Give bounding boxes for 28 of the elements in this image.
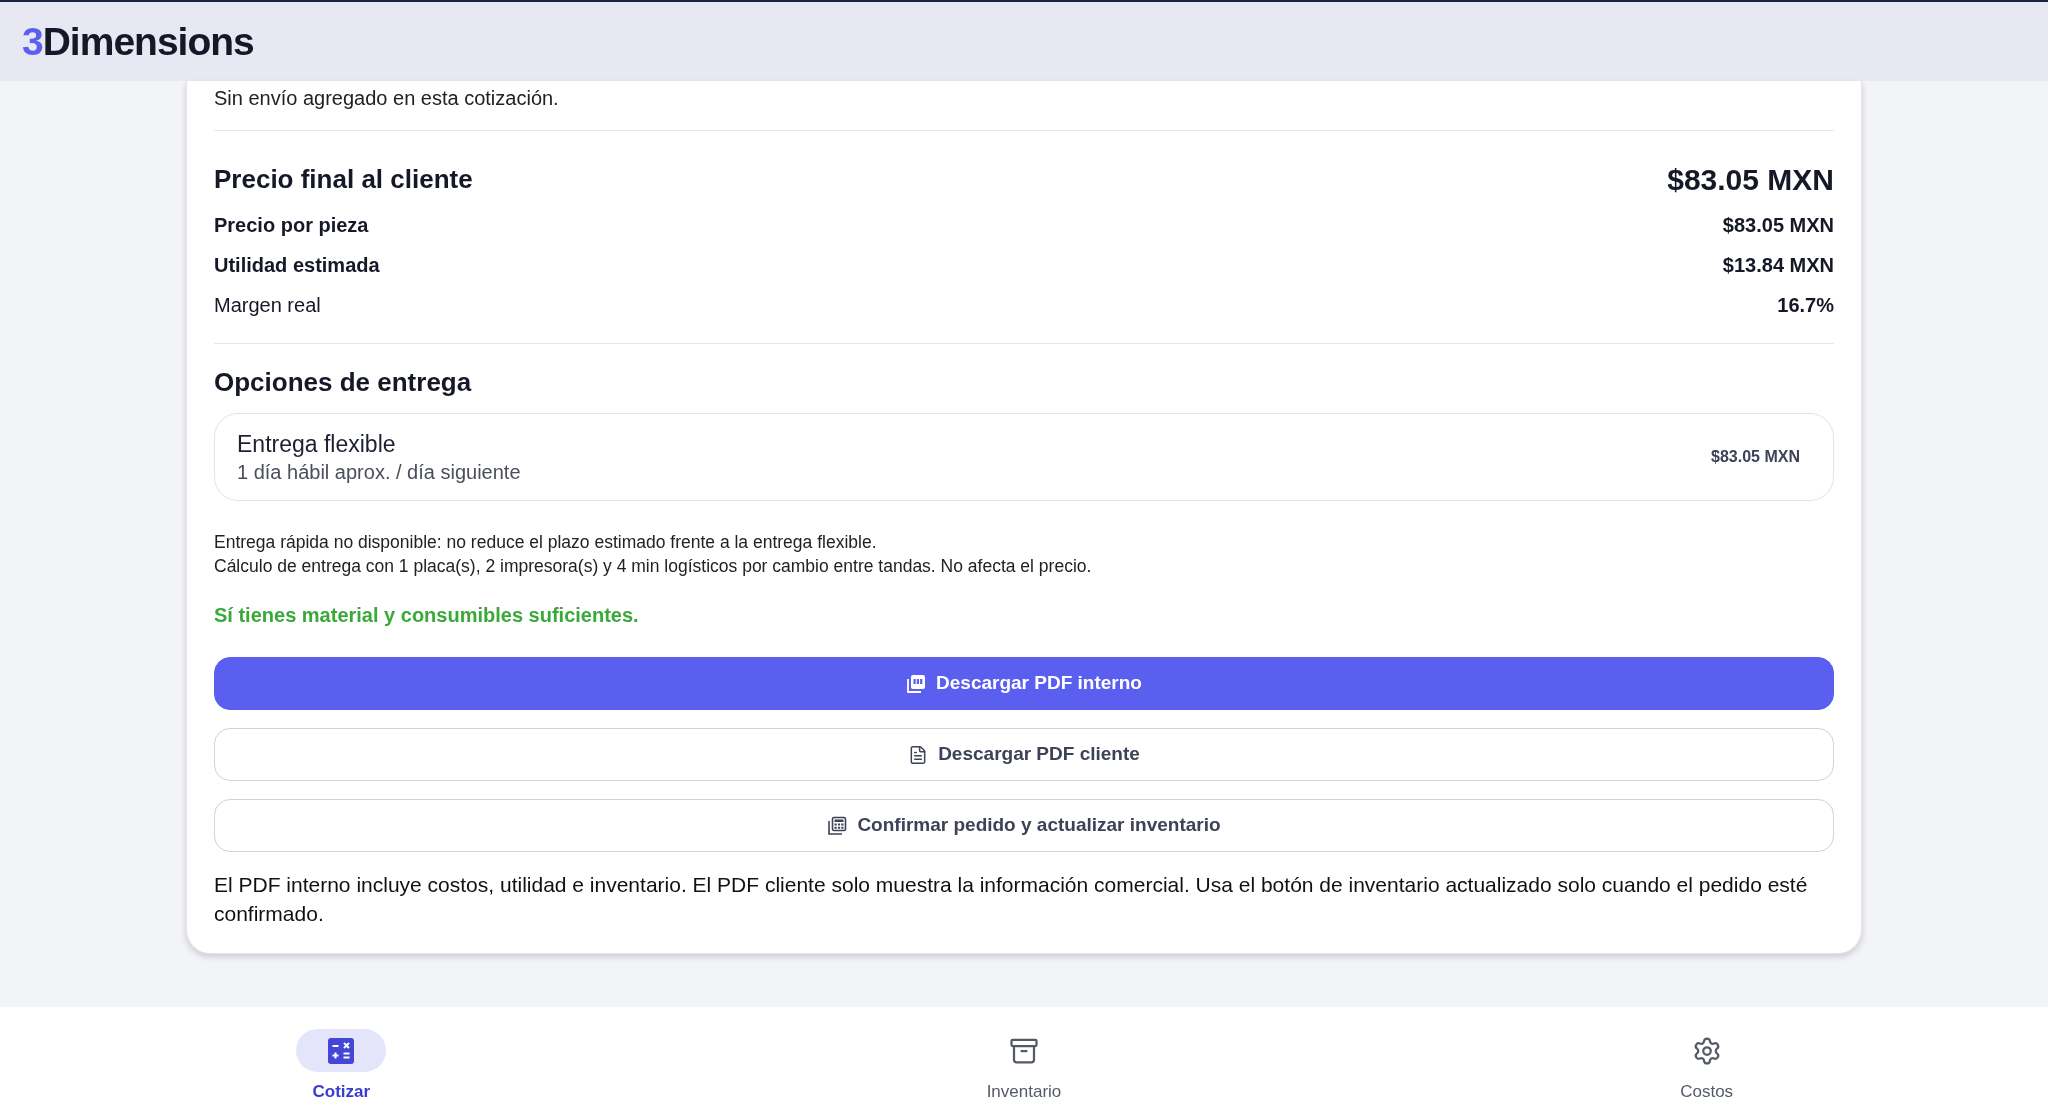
option-name: Entrega flexible <box>237 430 397 459</box>
nav-tab[interactable]: Cotizar <box>286 1007 397 1103</box>
summary-label: Precio por pieza <box>214 213 369 238</box>
section-title: Opciones de entrega <box>214 365 472 399</box>
summary-title: Precio final al cliente <box>214 162 473 196</box>
stock-status: Sí tienes material y consumibles suficientes. <box>214 603 640 628</box>
nav-tab[interactable]: Costos <box>1651 1007 1762 1103</box>
calculator-icon <box>328 1037 355 1064</box>
summary-label: Utilidad estimada <box>214 253 380 278</box>
document-stack-icon <box>906 673 927 694</box>
nav-tab[interactable]: Inventario <box>969 1007 1079 1103</box>
delivery-note: Cálculo de entrega con 1 placa(s), 2 impresora(s) y 4 min logísticos por cambio entre tandas. No afecta el precio. <box>214 555 1093 578</box>
summary-value: $83.05 MXN <box>1722 213 1834 238</box>
summary-value: $13.84 MXN <box>1722 253 1834 278</box>
action-button[interactable]: Descargar PDF interno <box>214 657 1834 710</box>
total-price: $83.05 MXN <box>1667 161 1834 198</box>
shipping-note: Sin envío agregado en esta cotización. <box>214 86 560 111</box>
delivery-note: Entrega rápida no disponible: no reduce el plazo estimado frente a la entrega flexible. <box>214 531 878 554</box>
summary-label: Margen real <box>214 293 321 318</box>
logo: 3Dimensions <box>22 22 254 61</box>
action-button[interactable]: Descargar PDF cliente <box>214 728 1834 781</box>
summary-value: 16.7% <box>1777 293 1834 318</box>
action-button[interactable]: Confirmar pedido y actualizar inventario <box>214 799 1834 852</box>
footnote: El PDF interno incluye costos, utilidad e inventario. El PDF cliente solo muestra la información comercial. Usa el botón de inventario actualizado solo cuando el pedido esté confirmado. <box>214 872 1809 927</box>
delivery-option[interactable]: Entrega flexible 1 día hábil aprox. / día siguiente $83.05 MXN <box>214 413 1834 501</box>
spreadsheet-stack-icon <box>827 815 848 836</box>
option-price: $83.05 MXN <box>1711 447 1800 467</box>
option-detail: 1 día hábil aprox. / día siguiente <box>237 460 521 485</box>
